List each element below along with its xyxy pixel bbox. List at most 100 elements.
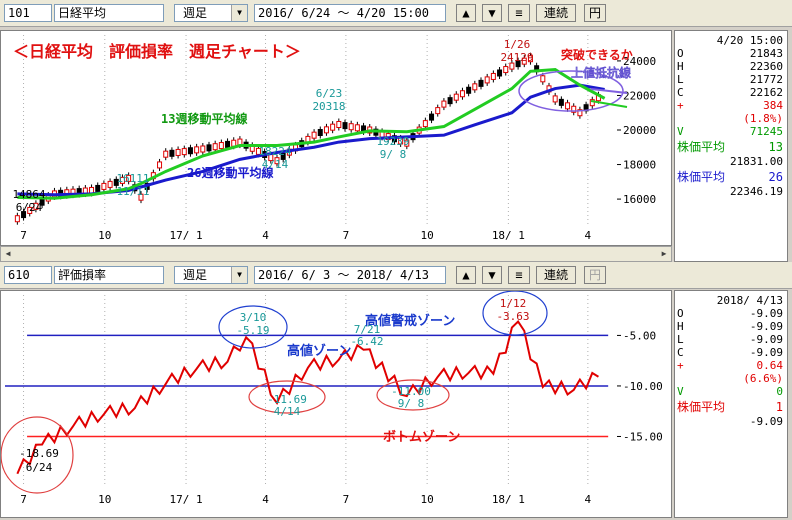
point-value: 4/14 — [262, 158, 289, 171]
candle-body — [348, 123, 354, 131]
volume-value: 0 — [776, 385, 783, 398]
x-tick-label: 7 — [20, 229, 27, 242]
bottom-info-close: C -9.09 — [677, 346, 785, 359]
candle-body — [497, 69, 503, 77]
change-value: 0.64 — [756, 359, 784, 372]
candle-body — [336, 121, 342, 129]
top-chart-svg: 7 10 17/ 1 4 7 10 18/ 1 4 16000 18000 20000 22000 24… — [12, 35, 656, 242]
annot-break: 突破できるか — [561, 47, 633, 62]
top-info-high: H 22360 — [677, 60, 785, 73]
top-info-ma13-value: 21831.00 — [677, 155, 785, 168]
top-info-pct: (1.8%) — [677, 112, 785, 125]
point-value: -5.19 — [236, 324, 269, 337]
point-label: 16111 — [116, 172, 149, 185]
top-up-button[interactable]: ▲ — [456, 4, 476, 22]
top-info-time: 4/20 15:00 — [677, 34, 785, 47]
candle-body — [459, 90, 465, 98]
close-value: -9.09 — [749, 346, 783, 359]
ma13-value: 21831.00 — [730, 155, 783, 168]
top-yen-button[interactable]: 円 — [584, 4, 606, 22]
x-tick-label: 10 — [421, 229, 434, 242]
top-range-field: 2016/ 6/24 ～ 4/20 15:00 — [254, 4, 446, 22]
low-value: -9.09 — [749, 333, 783, 346]
top-continuous-button[interactable]: 連続 — [536, 4, 576, 22]
change-key: + — [677, 359, 684, 372]
x-tick-label: 10 — [98, 229, 111, 242]
top-down-button[interactable]: ▼ — [482, 4, 502, 22]
top-menu-button[interactable]: ≡ — [508, 4, 530, 22]
top-pane: 101 日経平均 週足 ▼ 2016/ 6/24 ～ 4/20 15:00 ▲ ▼… — [0, 0, 792, 262]
candle-body — [101, 182, 107, 190]
candle-body — [181, 148, 187, 156]
bottom-range-field: 2016/ 6/ 3 ～ 2018/ 4/13 — [254, 266, 446, 284]
top-info-low: L 21772 — [677, 73, 785, 86]
x-tick-label: 10 — [421, 493, 434, 506]
high-value: -9.09 — [749, 320, 783, 333]
candle-body — [490, 72, 496, 80]
bottom-up-button[interactable]: ▲ — [456, 266, 476, 284]
chart-title: ＜日経平均 評価損率 週足チャート＞ — [13, 42, 301, 61]
zone-high-label: 高値ゾーン — [287, 343, 351, 359]
y-tick-label: -5.00 — [623, 329, 656, 342]
point-value: 20318 — [312, 100, 345, 113]
bottom-info-open: O -9.09 — [677, 307, 785, 320]
y-tick-label: 16000 — [623, 193, 656, 206]
candle-body — [212, 143, 218, 151]
point-value: 11/11 — [116, 185, 149, 198]
top-name-field: 日経平均 — [54, 4, 164, 22]
scroll-right-icon[interactable]: ▶ — [657, 247, 671, 261]
bottom-down-button[interactable]: ▼ — [482, 266, 502, 284]
candle-body — [478, 79, 484, 87]
candle-body — [453, 93, 459, 101]
ma13-label: 株価平均 — [677, 140, 726, 154]
top-scrollbar[interactable]: ◀ ▶ — [0, 246, 672, 262]
bottom-name-field: 評価損率 — [54, 266, 164, 284]
top-info-panel: 4/20 15:00 O 21843 H 22360 L 21772 C 22162 +… — [674, 30, 788, 262]
close-key: C — [677, 346, 684, 359]
change-key: + — [677, 99, 684, 112]
candle-body — [540, 75, 546, 83]
y-tick-label: -15.00 — [623, 430, 663, 443]
candle-body — [558, 98, 564, 106]
x-tick-label: 17/ 1 — [169, 493, 202, 506]
bottom-info-ma: 株価平均 1 — [677, 401, 785, 414]
open-value: 21843 — [749, 47, 783, 60]
candle-body — [317, 129, 323, 137]
close-value: 22162 — [749, 86, 783, 99]
candle-body — [95, 184, 101, 192]
bottom-period-select[interactable]: 週足 ▼ — [174, 266, 248, 284]
bottom-chart-svg: 7 10 17/ 1 4 7 10 18/ 1 4-5.00-10.00-15.00高値警戒ゾ… — [0, 290, 663, 506]
time-value: 4/20 15:00 — [716, 34, 783, 47]
point-value: -6.42 — [350, 335, 383, 348]
top-code-input[interactable]: 101 — [4, 4, 52, 22]
ma13-extension-line — [590, 100, 628, 108]
candle-body — [447, 97, 453, 105]
candle-body — [311, 131, 317, 139]
top-info-change: +384 — [677, 99, 785, 112]
close-key: C — [677, 86, 684, 99]
ma26-line — [17, 83, 605, 197]
y-tick-label: 18000 — [623, 159, 656, 172]
ma26-n: 26 — [768, 170, 783, 184]
zone-bottom-label: ボトムゾーン — [383, 429, 460, 445]
point-value: 6/24 — [26, 461, 53, 474]
label-ma13: 13週移動平均線 — [161, 111, 247, 126]
low-value: 21772 — [749, 73, 783, 86]
candle-body — [441, 100, 447, 108]
top-info-close: C 22162 — [677, 86, 785, 99]
bottom-continuous-button[interactable]: 連続 — [536, 266, 576, 284]
top-period-select[interactable]: 週足 ▼ — [174, 4, 248, 22]
candle-body — [422, 120, 428, 128]
candle-body — [200, 145, 206, 153]
bottom-toolbar: 610 評価損率 週足 ▼ 2016/ 6/ 3 ～ 2018/ 4/13 ▲ ▼… — [0, 262, 792, 289]
bottom-yen-button[interactable]: 円 — [584, 266, 606, 284]
volume-key: V — [677, 385, 684, 398]
bottom-code-input[interactable]: 610 — [4, 266, 52, 284]
point-label: 1/12 — [500, 297, 527, 310]
x-tick-label: 18/ 1 — [492, 493, 525, 506]
scroll-left-icon[interactable]: ◀ — [1, 247, 15, 261]
top-info-ma13: 株価平均 13 — [677, 141, 785, 154]
point-label: 19239 — [376, 135, 409, 148]
candle-body — [323, 126, 329, 134]
bottom-menu-button[interactable]: ≡ — [508, 266, 530, 284]
